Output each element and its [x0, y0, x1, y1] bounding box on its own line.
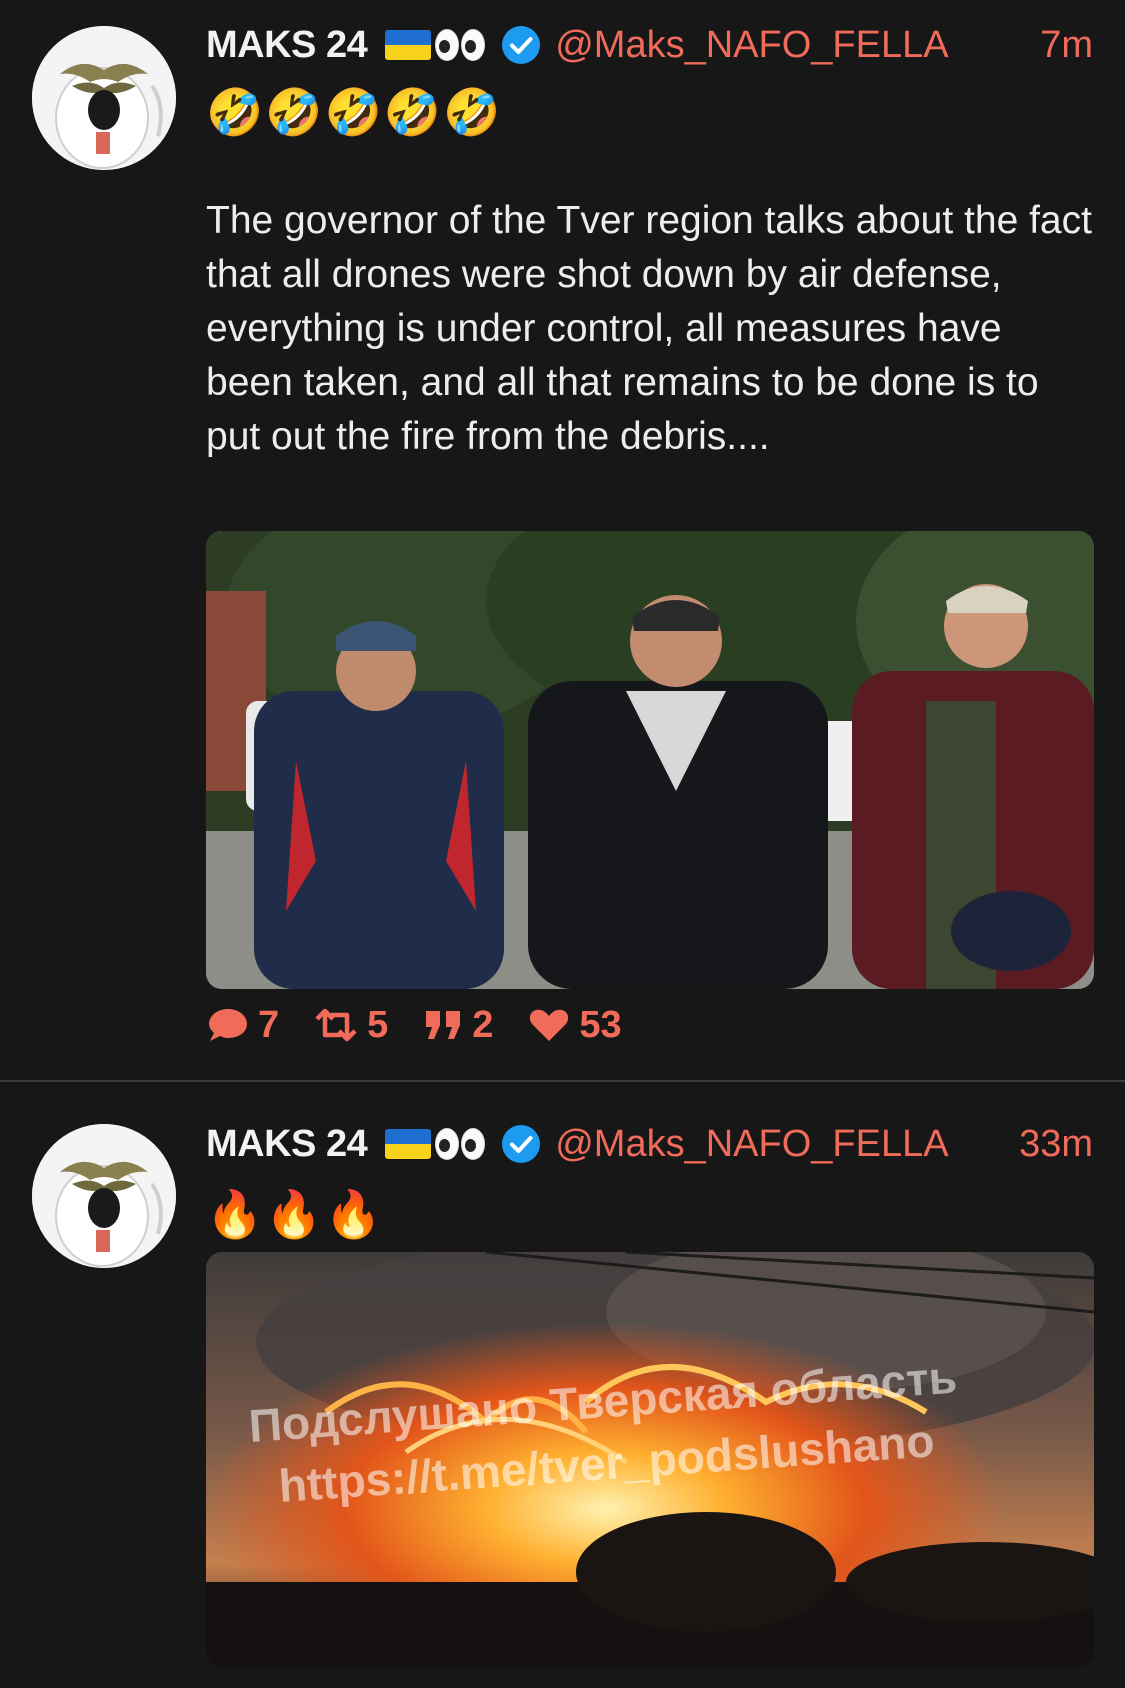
avatar[interactable]: [32, 1124, 176, 1268]
tweet-image[interactable]: [206, 531, 1094, 989]
rolling-laughing-emoji: 🤣: [383, 86, 442, 138]
fire-explosion-photo: Подслушано Тверская область https://t.me…: [206, 1252, 1094, 1667]
timestamp[interactable]: 33m: [1019, 1123, 1093, 1166]
nafo-avatar-image: [32, 26, 176, 170]
rolling-laughing-emoji: 🤣: [265, 86, 323, 138]
quote-icon: [426, 1011, 461, 1039]
nafo-avatar-image: [32, 1124, 176, 1268]
display-name[interactable]: MAKS 24: [206, 24, 368, 67]
quote-count: 2: [472, 1003, 494, 1046]
heart-icon: [530, 1009, 569, 1041]
eyes-icon: [435, 29, 487, 61]
rolling-laughing-emoji: 🤣: [206, 86, 264, 138]
reply-count: 7: [258, 1003, 280, 1046]
ukraine-flag-icon: [385, 30, 432, 60]
retweet-icon: [315, 1008, 357, 1042]
tweet[interactable]: MAKS 24 @Maks_NAFO_FELLA 33m 🔥 🔥 🔥 Подсл…: [0, 1082, 1125, 1688]
tweet[interactable]: MAKS 24 @Maks_NAFO_FELLA 7m 🤣 🤣 🤣 🤣 🤣 Th…: [0, 0, 1125, 1081]
timestamp[interactable]: 7m: [1040, 24, 1093, 67]
fire-emoji: 🔥: [324, 1188, 382, 1240]
fire-emoji: 🔥: [265, 1188, 323, 1240]
user-handle[interactable]: @Maks_NAFO_FELLA: [555, 24, 948, 67]
rolling-laughing-emoji: 🤣: [324, 86, 382, 138]
retweet-count: 5: [367, 1003, 389, 1046]
verified-check-icon: [501, 1124, 541, 1164]
user-handle[interactable]: @Maks_NAFO_FELLA: [555, 1123, 948, 1166]
like-count: 53: [579, 1003, 622, 1046]
emoji-row: 🤣 🤣 🤣 🤣 🤣: [206, 82, 502, 142]
eyes-icon: [435, 1128, 487, 1160]
tweet-image[interactable]: Подслушано Тверская область https://t.me…: [206, 1252, 1094, 1667]
avatar[interactable]: [32, 26, 176, 170]
speech-bubble-icon: [209, 1009, 247, 1041]
three-officials-photo: [206, 531, 1094, 989]
retweet-button[interactable]: 5: [313, 1004, 388, 1047]
ukraine-flag-icon: [385, 1129, 432, 1159]
verified-check-icon: [501, 25, 541, 65]
reply-button[interactable]: 7: [206, 1004, 279, 1047]
tweet-actions: 7 5 2 53: [206, 1000, 656, 1050]
quote-button[interactable]: 2: [422, 1004, 493, 1047]
display-name[interactable]: MAKS 24: [206, 1123, 368, 1166]
tweet-text: The governor of the Tver region talks ab…: [206, 199, 1103, 458]
tweet-header: MAKS 24 @Maks_NAFO_FELLA 7m: [206, 20, 1093, 70]
rolling-laughing-emoji: 🤣: [443, 86, 501, 138]
like-button[interactable]: 53: [527, 1003, 622, 1047]
emoji-row: 🔥 🔥 🔥: [206, 1184, 384, 1244]
fire-emoji: 🔥: [206, 1188, 264, 1240]
tweet-header: MAKS 24 @Maks_NAFO_FELLA 33m: [206, 1119, 1093, 1169]
